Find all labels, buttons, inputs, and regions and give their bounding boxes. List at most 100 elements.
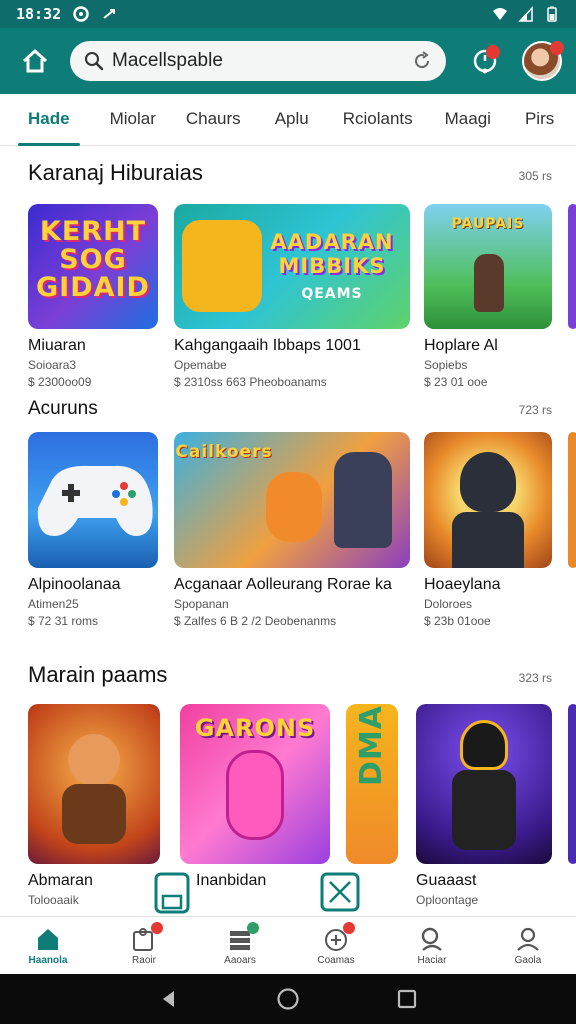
game-card[interactable]: Alpinoolanaa Atimen25 $ 72 31 roms: [28, 432, 158, 628]
game-card[interactable]: DMA: [346, 704, 398, 864]
system-navigation-bar: [0, 974, 576, 1024]
nav-item-aaoars[interactable]: Aaoars: [192, 917, 288, 974]
thumbnail-subtext: QEAMS: [301, 286, 363, 302]
screenshot-icon[interactable]: [320, 872, 360, 912]
thumbnail-text: GARONS: [194, 714, 316, 742]
tab-pirs[interactable]: Pirs: [525, 94, 554, 146]
tab-rciolants[interactable]: Rciolants: [343, 94, 413, 146]
game-card[interactable]: Guaaast Oploontage: [416, 704, 552, 907]
category-tabs: Hade Miolar Chaurs Aplu Rciolants Maagi …: [0, 94, 576, 146]
game-card[interactable]: Hoaeylana Doloroes $ 23b 01ooe: [424, 432, 552, 628]
nav-label: Haanola: [28, 954, 68, 966]
card-subtitle: Sopiebs: [424, 358, 468, 372]
app-bar: [0, 28, 576, 94]
search-icon: [421, 927, 442, 951]
tab-chaurs[interactable]: Chaurs: [186, 94, 241, 146]
home-icon: [22, 49, 48, 73]
search-input[interactable]: [112, 50, 412, 72]
character-art: [182, 220, 262, 312]
avatar[interactable]: [522, 41, 564, 81]
game-thumbnail: [28, 432, 158, 568]
nav-label: Aaoars: [224, 954, 256, 966]
back-icon[interactable]: [158, 988, 180, 1010]
nav-badge: [151, 921, 163, 934]
status-time: 18:32: [16, 5, 62, 23]
card-title: Acganaar Aolleurang Rorae ka: [174, 576, 392, 593]
nav-item-home[interactable]: Haanola: [0, 917, 96, 974]
nav-label: Haciar: [417, 954, 447, 966]
search-bar[interactable]: [70, 41, 446, 81]
card-price: $ 23b 01ooe: [424, 614, 491, 628]
section-title: Marain paams: [28, 662, 168, 687]
card-subtitle: Opemabe: [174, 358, 227, 372]
home-button[interactable]: [14, 40, 56, 82]
game-thumbnail: DMA: [346, 704, 398, 864]
card-subtitle: Spopanan: [174, 597, 229, 611]
section-see-all[interactable]: 723 rs: [519, 403, 552, 417]
character-art: [266, 472, 322, 542]
signal-icon: [518, 6, 533, 22]
nav-badge: [247, 921, 259, 934]
nav-badge: [343, 921, 355, 934]
game-card[interactable]: Cailkoers Acganaar Aolleurang Rorae ka S…: [174, 432, 410, 628]
card-subtitle: Doloroes: [424, 597, 473, 611]
nav-label: Raoir: [132, 954, 156, 966]
wifi-icon: [493, 8, 507, 20]
save-icon[interactable]: [154, 872, 190, 914]
game-thumbnail: [28, 704, 160, 864]
game-card[interactable]: GARONS Inanbidan: [180, 704, 330, 890]
game-thumbnail: KERHT SOG GIDAID: [28, 204, 158, 329]
tab-maagi[interactable]: Maagi: [445, 94, 491, 146]
refresh-icon[interactable]: [412, 51, 432, 71]
recents-icon[interactable]: [396, 988, 418, 1010]
game-thumbnail-partial[interactable]: [568, 432, 576, 568]
section-header: Marain paams 323 rs: [28, 662, 552, 688]
section-see-all[interactable]: 323 rs: [519, 671, 552, 685]
card-subtitle: Soioara3: [28, 358, 77, 372]
card-title: Hoplare Al: [424, 337, 498, 354]
game-thumbnail-partial[interactable]: [568, 204, 576, 329]
card-subtitle: Tolooaaik: [28, 893, 79, 907]
section-title: Karanaj Hiburaias: [28, 160, 203, 185]
card-subtitle: Oploontage: [416, 893, 479, 907]
notification-badge: [486, 45, 500, 59]
game-card[interactable]: KERHT SOG GIDAID Miuaran Soioara3 $ 2300…: [28, 204, 158, 389]
thumbnail-text: DMA: [354, 705, 389, 786]
card-title: Kahgangaaih Ibbaps 1001: [174, 337, 361, 354]
character-art: [452, 770, 516, 850]
section-header: Acuruns 723 rs: [28, 398, 552, 420]
nav-item-profile[interactable]: Gaola: [480, 917, 576, 974]
bottom-navigation: Haanola Raoir Aaoars Coamas Haciar Gaola: [0, 916, 576, 974]
home-icon: [38, 928, 58, 950]
card-price: $ 23 01 ooe: [424, 375, 488, 389]
tab-hade[interactable]: Hade: [18, 94, 80, 146]
home-circle-icon[interactable]: [276, 987, 300, 1011]
thumbnail-text: AADARAN MIBBIKS: [270, 230, 394, 278]
game-thumbnail: PAUPAIS: [424, 204, 552, 329]
notifications-button[interactable]: [468, 44, 502, 78]
tab-aplu[interactable]: Aplu: [275, 94, 309, 146]
profile-icon: [517, 927, 539, 951]
card-title: Hoaeylana: [424, 576, 501, 593]
game-card[interactable]: PAUPAIS Hoplare Al Sopiebs $ 23 01 ooe: [424, 204, 552, 389]
card-title: Alpinoolanaa: [28, 576, 121, 593]
section-see-all[interactable]: 305 rs: [519, 169, 552, 183]
game-controller-icon: [37, 465, 153, 536]
nav-item-raoir[interactable]: Raoir: [96, 917, 192, 974]
card-price: $ Zalfes 6 B 2 /2 Deobenanms: [174, 614, 337, 628]
sync-icon: [103, 9, 116, 19]
card-price: $ 2300oo09: [28, 375, 92, 389]
game-thumbnail-partial[interactable]: [568, 704, 576, 864]
game-thumbnail: [424, 432, 552, 568]
search-icon: [85, 52, 104, 71]
status-bar: 18:32: [0, 0, 576, 28]
nav-item-coamas[interactable]: Coamas: [288, 917, 384, 974]
game-card[interactable]: AADARAN MIBBIKS QEAMS Kahgangaaih Ibbaps…: [174, 204, 410, 389]
game-thumbnail: Cailkoers: [174, 432, 410, 568]
tab-miolar[interactable]: Miolar: [110, 94, 156, 146]
thumbnail-text: PAUPAIS: [451, 216, 525, 232]
game-card[interactable]: Abmaran Tolooaaik: [28, 704, 160, 907]
nav-item-haciar[interactable]: Haciar: [384, 917, 480, 974]
section-title: Acuruns: [28, 398, 98, 419]
character-art: [452, 512, 524, 568]
